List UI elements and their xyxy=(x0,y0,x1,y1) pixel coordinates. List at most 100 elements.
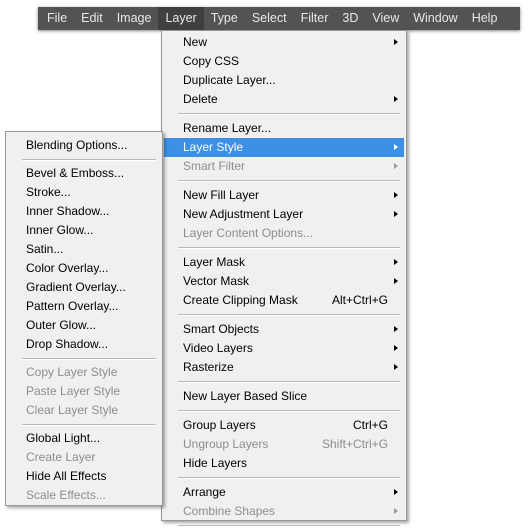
menu-item-label: Rename Layer... xyxy=(183,121,272,135)
menu-item-scale-effects: Scale Effects... xyxy=(8,486,160,505)
menu-item-label: Create Layer xyxy=(26,450,96,464)
menu-item-vector-mask[interactable]: Vector Mask xyxy=(164,272,404,291)
menu-item-label: Satin... xyxy=(26,242,64,256)
submenu-arrow-icon xyxy=(394,345,398,351)
menu-item-new[interactable]: New xyxy=(164,33,404,52)
shortcut-label: Ctrl+G xyxy=(352,418,388,432)
menu-item-copy-layer-style: Copy Layer Style xyxy=(8,363,160,382)
menu-item-group-layers[interactable]: Group Layers Ctrl+G xyxy=(164,416,404,435)
menu-item-satin[interactable]: Satin... xyxy=(8,240,160,259)
menubar-item-edit[interactable]: Edit xyxy=(74,7,110,30)
menu-item-label: Rasterize xyxy=(183,360,234,374)
menu-item-label: Create Clipping Mask xyxy=(183,293,298,307)
menu-item-label: Vector Mask xyxy=(183,274,250,288)
menu-item-label: Smart Filter xyxy=(183,159,246,173)
menubar-item-window[interactable]: Window xyxy=(406,7,464,30)
menu-item-rename-layer[interactable]: Rename Layer... xyxy=(164,119,404,138)
menu-item-label: Layer Style xyxy=(183,140,244,154)
menu-item-label: Scale Effects... xyxy=(26,488,106,502)
menu-item-rasterize[interactable]: Rasterize xyxy=(164,358,404,377)
menu-item-new-adjustment-layer[interactable]: New Adjustment Layer xyxy=(164,205,404,224)
menu-item-bevel-emboss[interactable]: Bevel & Emboss... xyxy=(8,164,160,183)
menubar-item-select[interactable]: Select xyxy=(245,7,294,30)
menu-item-label: New xyxy=(183,35,208,49)
menu-separator xyxy=(22,159,156,161)
menu-item-delete[interactable]: Delete xyxy=(164,90,404,109)
menu-item-layer-mask[interactable]: Layer Mask xyxy=(164,253,404,272)
menu-item-gradient-overlay[interactable]: Gradient Overlay... xyxy=(8,278,160,297)
menu-item-inner-glow[interactable]: Inner Glow... xyxy=(8,221,160,240)
menu-item-duplicate-layer[interactable]: Duplicate Layer... xyxy=(164,71,404,90)
menu-item-label: New Fill Layer xyxy=(183,188,260,202)
menu-item-drop-shadow[interactable]: Drop Shadow... xyxy=(8,335,160,354)
menu-item-label: Color Overlay... xyxy=(26,261,109,275)
menu-item-label: Layer Mask xyxy=(183,255,246,269)
menu-item-hide-all-effects[interactable]: Hide All Effects xyxy=(8,467,160,486)
menu-item-label: Group Layers xyxy=(183,418,256,432)
menu-item-label: Gradient Overlay... xyxy=(26,280,126,294)
menu-item-layer-style[interactable]: Layer Style xyxy=(164,138,404,157)
menu-item-copy-css[interactable]: Copy CSS xyxy=(164,52,404,71)
submenu-arrow-icon xyxy=(394,144,398,150)
menu-item-stroke[interactable]: Stroke... xyxy=(8,183,160,202)
menu-item-label: New Adjustment Layer xyxy=(183,207,304,221)
menu-item-label: Clear Layer Style xyxy=(26,403,119,417)
shortcut-label: Shift+Ctrl+G xyxy=(321,437,388,451)
menu-item-label: New Layer Based Slice xyxy=(183,389,308,403)
menu-item-create-clipping-mask[interactable]: Create Clipping Mask Alt+Ctrl+G xyxy=(164,291,404,310)
menu-item-smart-objects[interactable]: Smart Objects xyxy=(164,320,404,339)
menu-item-pattern-overlay[interactable]: Pattern Overlay... xyxy=(8,297,160,316)
menu-item-clear-layer-style: Clear Layer Style xyxy=(8,401,160,420)
submenu-arrow-icon xyxy=(394,508,398,514)
submenu-arrow-icon xyxy=(394,489,398,495)
menu-item-new-layer-based-slice[interactable]: New Layer Based Slice xyxy=(164,387,404,406)
menu-separator xyxy=(178,410,400,412)
menu-item-label: Global Light... xyxy=(26,431,101,445)
submenu-arrow-icon xyxy=(394,96,398,102)
menu-item-blending-options[interactable]: Blending Options... xyxy=(8,136,160,155)
menu-separator xyxy=(22,424,156,426)
menu-item-label: Smart Objects xyxy=(183,322,260,336)
submenu-arrow-icon xyxy=(394,259,398,265)
menu-item-label: Copy Layer Style xyxy=(26,365,118,379)
menu-item-label: Inner Shadow... xyxy=(26,204,110,218)
menu-item-global-light[interactable]: Global Light... xyxy=(8,429,160,448)
layer-menu: New Copy CSS Duplicate Layer... Delete Renam… xyxy=(161,30,407,527)
menu-item-combine-shapes: Combine Shapes xyxy=(164,502,404,521)
menu-bar: File Edit Image Layer Type Select Filter 3D View… xyxy=(38,7,520,30)
menu-item-label: Pattern Overlay... xyxy=(26,299,119,313)
menubar-item-help[interactable]: Help xyxy=(465,7,505,30)
menubar-item-3d[interactable]: 3D xyxy=(335,7,365,30)
menu-item-label: Ungroup Layers xyxy=(183,437,269,451)
menu-separator xyxy=(178,381,400,383)
menu-item-smart-filter: Smart Filter xyxy=(164,157,404,176)
menu-item-outer-glow[interactable]: Outer Glow... xyxy=(8,316,160,335)
menu-item-create-layer: Create Layer xyxy=(8,448,160,467)
menu-item-label: Paste Layer Style xyxy=(26,384,121,398)
menubar-item-view[interactable]: View xyxy=(365,7,406,30)
menubar-item-layer[interactable]: Layer xyxy=(158,7,204,30)
menu-item-video-layers[interactable]: Video Layers xyxy=(164,339,404,358)
menu-item-label: Layer Content Options... xyxy=(183,226,314,240)
menu-item-arrange[interactable]: Arrange xyxy=(164,483,404,502)
menubar-item-type[interactable]: Type xyxy=(204,7,245,30)
menu-item-hide-layers[interactable]: Hide Layers xyxy=(164,454,404,473)
menu-item-label: Drop Shadow... xyxy=(26,337,109,351)
menu-item-label: Bevel & Emboss... xyxy=(26,166,125,180)
menubar-item-file[interactable]: File xyxy=(40,7,74,30)
menu-separator xyxy=(178,525,400,527)
menu-item-label: Video Layers xyxy=(183,341,253,355)
menu-item-inner-shadow[interactable]: Inner Shadow... xyxy=(8,202,160,221)
menu-item-label: Duplicate Layer... xyxy=(183,73,276,87)
menubar-item-filter[interactable]: Filter xyxy=(294,7,336,30)
menu-item-label: Delete xyxy=(183,92,218,106)
menu-item-label: Blending Options... xyxy=(26,138,128,152)
menu-separator xyxy=(178,113,400,115)
menu-item-new-fill-layer[interactable]: New Fill Layer xyxy=(164,186,404,205)
submenu-arrow-icon xyxy=(394,278,398,284)
menubar-item-image[interactable]: Image xyxy=(110,7,159,30)
menu-separator xyxy=(178,477,400,479)
menu-item-layer-content-options: Layer Content Options... xyxy=(164,224,404,243)
menu-separator xyxy=(178,314,400,316)
menu-item-color-overlay[interactable]: Color Overlay... xyxy=(8,259,160,278)
